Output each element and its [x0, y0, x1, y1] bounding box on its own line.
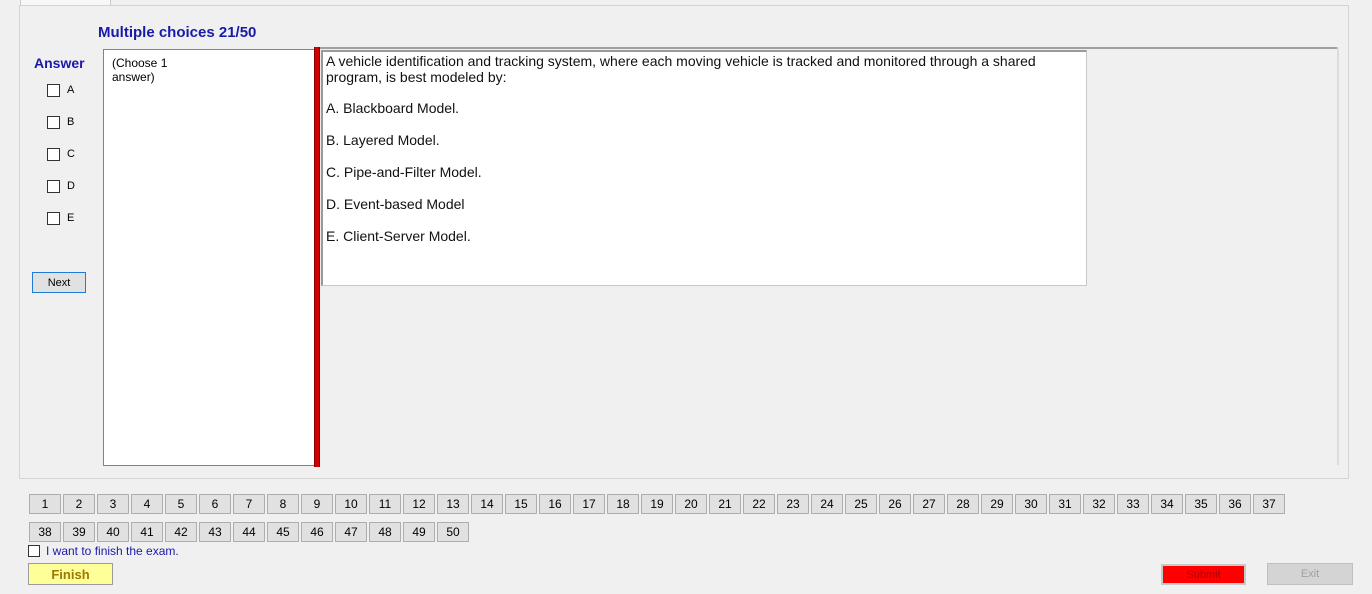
- choice-d: D. Event-based Model: [326, 196, 465, 212]
- answer-option-label: A: [67, 84, 75, 96]
- page-title: Multiple choices 21/50: [98, 24, 257, 41]
- question-nav-button[interactable]: 5: [165, 494, 197, 514]
- question-nav-button[interactable]: 22: [743, 494, 775, 514]
- question-nav-button[interactable]: 2: [63, 494, 95, 514]
- question-text: A vehicle identification and tracking sy…: [326, 53, 1036, 85]
- answer-option-label: B: [67, 116, 75, 128]
- question-nav-button[interactable]: 18: [607, 494, 639, 514]
- question-nav-button[interactable]: 15: [505, 494, 537, 514]
- choice-b: B. Layered Model.: [326, 132, 440, 148]
- question-nav-button[interactable]: 48: [369, 522, 401, 542]
- question-nav-button[interactable]: 36: [1219, 494, 1251, 514]
- answer-label: Answer: [34, 55, 85, 71]
- question-nav-button[interactable]: 32: [1083, 494, 1115, 514]
- question-nav-button[interactable]: 11: [369, 494, 401, 514]
- question-nav-button[interactable]: 14: [471, 494, 503, 514]
- question-nav-button[interactable]: 16: [539, 494, 571, 514]
- checkbox[interactable]: [47, 83, 60, 97]
- checkbox[interactable]: [47, 115, 60, 129]
- question-nav-button[interactable]: 50: [437, 522, 469, 542]
- question-nav-button[interactable]: 38: [29, 522, 61, 542]
- question-nav-button[interactable]: 13: [437, 494, 469, 514]
- question-nav-button[interactable]: 43: [199, 522, 231, 542]
- choice-a: A. Blackboard Model.: [326, 100, 460, 116]
- question-nav-button[interactable]: 17: [573, 494, 605, 514]
- question-box: A vehicle identification and tracking sy…: [321, 50, 1087, 286]
- question-nav-button[interactable]: 19: [641, 494, 673, 514]
- instruction-text-line1: (Choose 1: [112, 56, 168, 70]
- question-nav-button[interactable]: 1: [29, 494, 61, 514]
- checkbox[interactable]: [47, 179, 60, 193]
- choice-c: C. Pipe-and-Filter Model.: [326, 164, 482, 180]
- finish-confirm-checkbox[interactable]: [28, 545, 40, 557]
- question-nav-button[interactable]: 34: [1151, 494, 1183, 514]
- question-nav-button[interactable]: 42: [165, 522, 197, 542]
- question-nav-button[interactable]: 44: [233, 522, 265, 542]
- question-nav-button[interactable]: 23: [777, 494, 809, 514]
- checkbox[interactable]: [47, 147, 60, 161]
- question-nav-button[interactable]: 24: [811, 494, 843, 514]
- question-nav-button[interactable]: 8: [267, 494, 299, 514]
- question-nav-button[interactable]: 21: [709, 494, 741, 514]
- question-nav-button[interactable]: 27: [913, 494, 945, 514]
- question-nav-button[interactable]: 35: [1185, 494, 1217, 514]
- question-nav-button[interactable]: 47: [335, 522, 367, 542]
- question-nav-button[interactable]: 30: [1015, 494, 1047, 514]
- question-nav-button[interactable]: 9: [301, 494, 333, 514]
- question-nav-button[interactable]: 12: [403, 494, 435, 514]
- submit-button[interactable]: Submit: [1161, 564, 1246, 585]
- question-nav-button[interactable]: 39: [63, 522, 95, 542]
- answer-option-c[interactable]: C: [47, 146, 75, 162]
- instruction-text-line2: answer): [112, 70, 155, 84]
- question-nav-button[interactable]: 4: [131, 494, 163, 514]
- question-nav-row-2: 38 39 40 41 42 43 44 45 46 47 48 49 50: [29, 522, 469, 542]
- header-divider: [318, 47, 1338, 49]
- question-nav-button[interactable]: 7: [233, 494, 265, 514]
- answer-option-b[interactable]: B: [47, 114, 74, 130]
- question-nav-button[interactable]: 45: [267, 522, 299, 542]
- question-nav-button[interactable]: 28: [947, 494, 979, 514]
- answer-option-d[interactable]: D: [47, 178, 75, 194]
- question-nav-button[interactable]: 29: [981, 494, 1013, 514]
- answer-option-label: C: [67, 148, 75, 160]
- question-nav-button[interactable]: 41: [131, 522, 163, 542]
- checkbox[interactable]: [47, 211, 60, 225]
- answer-option-label: E: [67, 212, 75, 224]
- answer-option-label: D: [67, 180, 75, 192]
- instruction-box: (Choose 1 answer): [103, 49, 314, 466]
- question-nav-button[interactable]: 6: [199, 494, 231, 514]
- exit-button[interactable]: Exit: [1267, 563, 1353, 585]
- question-nav-button[interactable]: 3: [97, 494, 129, 514]
- answer-option-e[interactable]: E: [47, 210, 74, 226]
- question-nav-button[interactable]: 37: [1253, 494, 1285, 514]
- answer-option-a[interactable]: A: [47, 82, 74, 98]
- question-nav-button[interactable]: 46: [301, 522, 333, 542]
- finish-confirm[interactable]: I want to finish the exam.: [28, 544, 179, 558]
- question-nav-button[interactable]: 40: [97, 522, 129, 542]
- question-nav-button[interactable]: 31: [1049, 494, 1081, 514]
- question-nav-button[interactable]: 20: [675, 494, 707, 514]
- finish-confirm-label: I want to finish the exam.: [46, 544, 179, 558]
- question-nav-button[interactable]: 49: [403, 522, 435, 542]
- right-divider: [1337, 47, 1339, 465]
- finish-button[interactable]: Finish: [28, 563, 113, 585]
- splitter-bar[interactable]: [314, 47, 320, 467]
- question-nav-row-1: 1 2 3 4 5 6 7 8 9 10 11 12 13 14 15 16 17 18 19 20 21 22 23 24 2…: [29, 494, 1285, 514]
- next-button[interactable]: Next: [32, 272, 86, 293]
- question-nav-button[interactable]: 25: [845, 494, 877, 514]
- question-nav-button[interactable]: 10: [335, 494, 367, 514]
- question-nav-button[interactable]: 26: [879, 494, 911, 514]
- question-nav-button[interactable]: 33: [1117, 494, 1149, 514]
- choice-e: E. Client-Server Model.: [326, 228, 471, 244]
